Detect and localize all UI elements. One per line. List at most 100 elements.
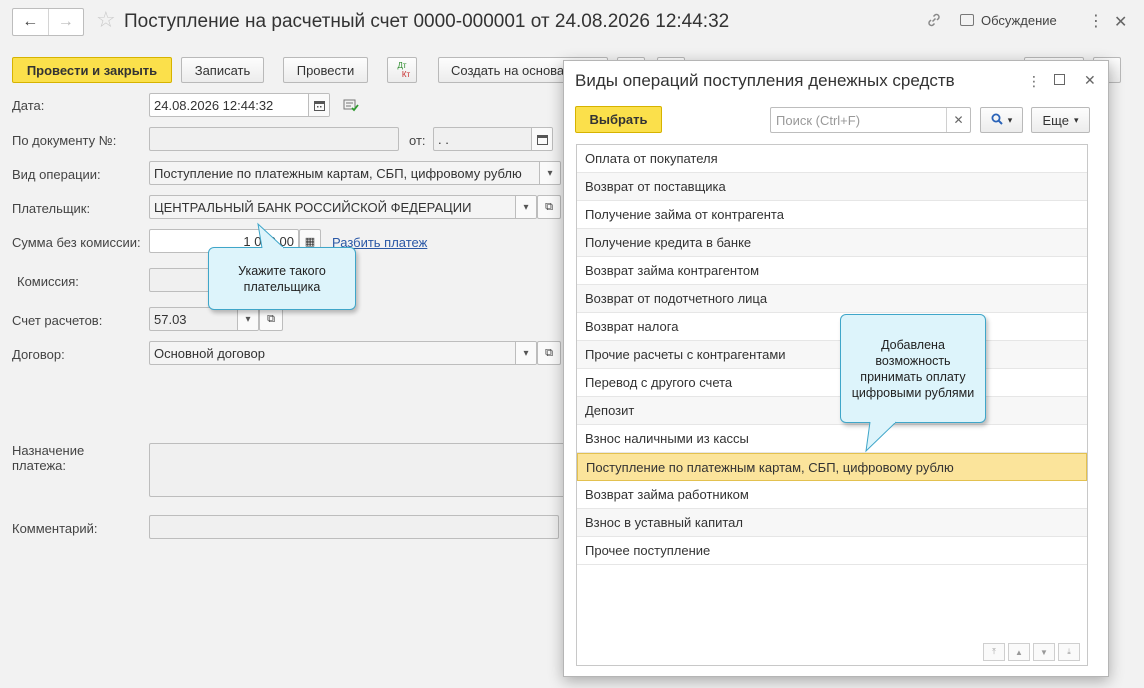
payer-open-button[interactable]: ⧉	[537, 195, 561, 219]
scroll-top-button[interactable]: ⤒	[983, 643, 1005, 661]
callout-text-line: цифровыми рублями	[851, 385, 975, 400]
payer-label: Плательщик:	[12, 201, 91, 216]
post-button[interactable]: Провести	[283, 57, 368, 83]
list-item[interactable]: Оплата от покупателя	[577, 145, 1087, 173]
document-check-icon[interactable]	[343, 98, 359, 115]
scroll-up-button[interactable]: ▲	[1008, 643, 1030, 661]
open-window-icon: ⧉	[545, 200, 553, 213]
search-options-button[interactable]: ▾	[980, 107, 1023, 133]
account-open-button[interactable]: ⧉	[259, 307, 283, 331]
contract-open-button[interactable]: ⧉	[537, 341, 561, 365]
purpose-label-line1: Назначение	[12, 443, 85, 458]
payer-dropdown-icon[interactable]: ▾	[515, 196, 536, 218]
payer-hint-callout: Укажите такого плательщика	[208, 247, 356, 310]
link-icon[interactable]	[926, 12, 942, 33]
favorite-star-icon[interactable]: ☆	[96, 9, 116, 31]
search-icon	[991, 113, 1003, 128]
comment-field[interactable]	[149, 515, 559, 539]
account-field[interactable]: 57.03 ▾	[149, 307, 259, 331]
search-box: ✕	[770, 107, 971, 133]
maximize-icon[interactable]	[1054, 74, 1065, 85]
operation-dropdown-icon[interactable]: ▾	[539, 162, 560, 184]
discussion-label: Обсуждение	[981, 13, 1057, 28]
contract-value: Основной договор	[154, 345, 265, 361]
forward-button[interactable]: →	[47, 9, 84, 35]
dialog-close-icon[interactable]: ✕	[1084, 72, 1096, 89]
back-button[interactable]: ←	[13, 9, 48, 35]
more-actions-button[interactable]: Еще ▾	[1031, 107, 1090, 133]
from-calendar-icon[interactable]	[531, 128, 552, 150]
list-item[interactable]: Поступление по платежным картам, СБП, ци…	[577, 453, 1087, 481]
account-dropdown-icon[interactable]: ▾	[237, 308, 258, 330]
purpose-label-line2: платежа:	[12, 458, 66, 473]
from-date-label: от:	[409, 133, 426, 148]
operation-types-list: Оплата от покупателя Возврат от поставщик…	[576, 144, 1088, 666]
dt-kt-button[interactable]: Дт Кт	[387, 57, 417, 83]
account-label: Счет расчетов:	[12, 313, 103, 328]
purpose-field[interactable]	[149, 443, 569, 497]
list-item[interactable]: Возврат от поставщика	[577, 173, 1087, 201]
callout-text-line: Укажите такого	[238, 263, 326, 278]
save-button[interactable]: Записать	[181, 57, 264, 83]
back-arrow-icon: ←	[22, 13, 39, 30]
select-button[interactable]: Выбрать	[575, 106, 662, 133]
chevron-down-icon: ▾	[1007, 114, 1013, 125]
callout-text-line: плательщика	[243, 279, 321, 294]
close-icon[interactable]: ✕	[1114, 12, 1127, 32]
operation-types-dialog: Виды операций поступления денежных средс…	[563, 60, 1109, 677]
page-title: Поступление на расчетный счет 0000-00000…	[124, 11, 730, 32]
operation-type-field[interactable]: Поступление по платежным картам, СБП, ци…	[149, 161, 561, 185]
from-date-value: . .	[438, 131, 449, 147]
list-item[interactable]: Возврат займа контрагентом	[577, 257, 1087, 285]
list-item[interactable]: Получение займа от контрагента	[577, 201, 1087, 229]
list-item[interactable]: Перевод с другого счета	[577, 369, 1087, 397]
list-item[interactable]: Взнос в уставный капитал	[577, 509, 1087, 537]
calculator-icon: ▦	[304, 235, 316, 248]
commission-label: Комиссия:	[17, 274, 79, 289]
callout-text-line: принимать оплату	[860, 369, 966, 384]
callout-text-line: Добавлена	[881, 337, 945, 352]
list-item[interactable]: Возврат займа работником	[577, 481, 1087, 509]
comment-label: Комментарий:	[12, 521, 98, 536]
account-value: 57.03	[154, 311, 187, 327]
list-item[interactable]: Возврат налога	[577, 313, 1087, 341]
contract-field[interactable]: Основной договор ▾	[149, 341, 537, 365]
dt-icon-label: Дт	[397, 61, 407, 70]
kt-icon-label: Кт	[401, 70, 411, 79]
list-item[interactable]: Прочие расчеты с контрагентами	[577, 341, 1087, 369]
scroll-down-button[interactable]: ▼	[1033, 643, 1055, 661]
list-item[interactable]: Прочее поступление	[577, 537, 1087, 565]
amount-label: Сумма без комиссии:	[12, 235, 141, 250]
more-actions-label: Еще	[1042, 112, 1069, 128]
date-label: Дата:	[12, 98, 45, 113]
contract-dropdown-icon[interactable]: ▾	[515, 342, 536, 364]
date-value: 24.08.2026 12:44:32	[154, 97, 274, 113]
scroll-bottom-button[interactable]: ⤓	[1058, 643, 1080, 661]
calendar-icon[interactable]	[308, 94, 329, 116]
dialog-title: Виды операций поступления денежных средс…	[575, 71, 955, 90]
from-date-field[interactable]: . .	[433, 127, 553, 151]
date-field[interactable]: 24.08.2026 12:44:32	[149, 93, 330, 117]
callout-pointer	[257, 222, 285, 249]
list-item[interactable]: Возврат от подотчетного лица	[577, 285, 1087, 313]
doc-number-field[interactable]	[149, 127, 399, 151]
more-menu-icon[interactable]: ⋮	[1088, 11, 1104, 31]
list-item[interactable]: Взнос наличными из кассы	[577, 425, 1087, 453]
doc-number-label: По документу №:	[12, 133, 117, 148]
callout-text-line: возможность	[875, 353, 951, 368]
post-and-close-button[interactable]: Провести и закрыть	[12, 57, 172, 83]
dialog-more-icon[interactable]: ⋮	[1027, 73, 1041, 90]
search-input[interactable]	[774, 109, 942, 131]
operation-type-label: Вид операции:	[12, 167, 101, 182]
list-item[interactable]: Получение кредита в банке	[577, 229, 1087, 257]
digital-ruble-callout: Добавлена возможность принимать оплату ц…	[840, 314, 986, 423]
clear-search-icon[interactable]: ✕	[946, 108, 970, 132]
list-item[interactable]: Депозит	[577, 397, 1087, 425]
discussion-button[interactable]: Обсуждение	[960, 13, 1057, 28]
forward-arrow-icon: →	[57, 13, 74, 30]
payer-value: ЦЕНТРАЛЬНЫЙ БАНК РОССИЙСКОЙ ФЕДЕРАЦИИ	[154, 199, 472, 215]
operation-type-value: Поступление по платежным картам, СБП, ци…	[154, 165, 522, 181]
callout-pointer	[865, 421, 897, 453]
contract-label: Договор:	[12, 347, 65, 362]
payer-field[interactable]: ЦЕНТРАЛЬНЫЙ БАНК РОССИЙСКОЙ ФЕДЕРАЦИИ ▾	[149, 195, 537, 219]
